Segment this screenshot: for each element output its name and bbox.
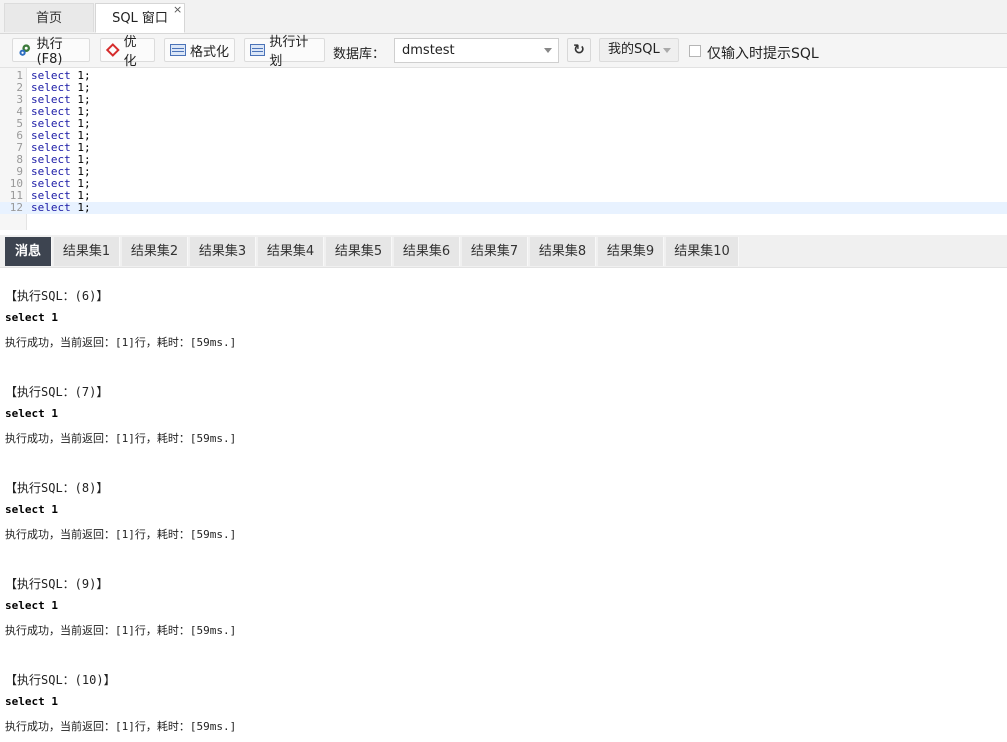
toolbar: 执行(F8) 优化 格式化 执行计划 数据库： dmstest ↻ 我的SQL … [0,34,1007,69]
sql-keyword: select [31,201,71,214]
sql-rest: 1; [70,201,91,214]
database-select[interactable]: dmstest [394,38,559,63]
chevron-down-icon [663,48,671,53]
gear-icon [19,44,31,56]
grid-icon [250,44,266,56]
tab-result-set[interactable]: 结果集4 [258,237,324,266]
tab-result-set[interactable]: 结果集6 [394,237,460,266]
code-line[interactable]: 4 select 1; [0,106,1007,118]
code-line[interactable]: 12 select 1; [0,202,1007,214]
database-value: dmstest [402,43,455,58]
execution-plan-button[interactable]: 执行计划 [244,35,325,69]
tab-result-set[interactable]: 结果集10 [666,237,739,266]
diamond-icon [106,43,120,57]
line-number: 12 [9,201,23,214]
code-line[interactable]: 9 select 1; [0,166,1007,178]
message-result: 执行成功，当前返回：[1]行，耗时：[59ms.] [5,528,237,541]
close-icon[interactable]: × [173,4,182,16]
code-line[interactable]: 6 select 1; [0,130,1007,142]
my-sql-label: 我的SQL [608,42,660,57]
tab-result-set[interactable]: 结果集2 [122,237,188,266]
tab-result-set[interactable]: 结果集7 [462,237,528,266]
code-line[interactable]: 2 select 1; [0,82,1007,94]
code-line[interactable]: 1 select 1; [0,70,1007,82]
message-sql: select 1 [5,503,58,516]
code-area[interactable]: 1 select 1; 2 select 1; 3 select 1; 4 select 1;… [0,70,1007,214]
message-header: 【执行SQL：(8)】 [5,481,109,495]
hint-only-checkbox[interactable] [689,45,701,57]
message-result: 执行成功，当前返回：[1]行，耗时：[59ms.] [5,432,237,445]
optimize-label: 优化 [123,35,137,69]
message-result: 执行成功，当前返回：[1]行，耗时：[59ms.] [5,720,237,733]
message-header: 【执行SQL：(7)】 [5,385,109,399]
tab-result-set[interactable]: 结果集9 [598,237,664,266]
message-sql: select 1 [5,695,58,708]
code-line[interactable]: 10 select 1; [0,178,1007,190]
format-button[interactable]: 格式化 [164,38,235,62]
execute-button[interactable]: 执行(F8) [12,37,90,67]
message-header: 【执行SQL：(10)】 [5,673,116,687]
sql-editor[interactable]: 1 select 1; 2 select 1; 3 select 1; 4 select 1;… [0,68,1007,230]
window-tab-bar: 首页 SQL 窗口 × [0,0,1007,34]
tab-sql-window[interactable]: SQL 窗口 [95,3,185,33]
message-result: 执行成功，当前返回：[1]行，耗时：[59ms.] [5,336,237,349]
tab-result-set[interactable]: 结果集8 [530,237,596,266]
format-label: 格式化 [190,44,230,60]
tab-result-set[interactable]: 结果集3 [190,237,256,266]
message-sql: select 1 [5,599,58,612]
execute-label: 执行(F8) [36,37,63,67]
tab-home[interactable]: 首页 [4,3,94,32]
code-line[interactable]: 7 select 1; [0,142,1007,154]
message-header: 【执行SQL：(9)】 [5,577,109,591]
hint-only-label: 仅输入时提示SQL [707,46,819,62]
message-sql: select 1 [5,407,58,420]
tab-result-set[interactable]: 结果集1 [54,237,120,266]
result-tab-bar: 消息 结果集1 结果集2 结果集3 结果集4 结果集5 结果集6 结果集7 结果集8 结果集9 结果… [0,235,1007,268]
tab-result-set[interactable]: 结果集5 [326,237,392,266]
optimize-button[interactable]: 优化 [100,35,155,69]
execution-plan-label: 执行计划 [269,35,309,69]
grid-icon [170,44,186,56]
my-sql-dropdown[interactable]: 我的SQL [599,38,679,62]
code-line[interactable]: 8 select 1; [0,154,1007,166]
message-panel: 【执行SQL：(6)】 select 1 执行成功，当前返回：[1]行，耗时：[59… [0,268,1007,742]
code-text: select 1; [31,202,91,214]
message-result: 执行成功，当前返回：[1]行，耗时：[59ms.] [5,624,237,637]
code-line[interactable]: 3 select 1; [0,94,1007,106]
code-line[interactable]: 11 select 1; [0,190,1007,202]
message-sql: select 1 [5,311,58,324]
code-line[interactable]: 5 select 1; [0,118,1007,130]
database-label: 数据库： [333,47,386,62]
tab-messages[interactable]: 消息 [5,237,52,266]
message-header: 【执行SQL：(6)】 [5,289,109,303]
chevron-down-icon [544,48,552,53]
refresh-icon[interactable]: ↻ [567,38,591,62]
